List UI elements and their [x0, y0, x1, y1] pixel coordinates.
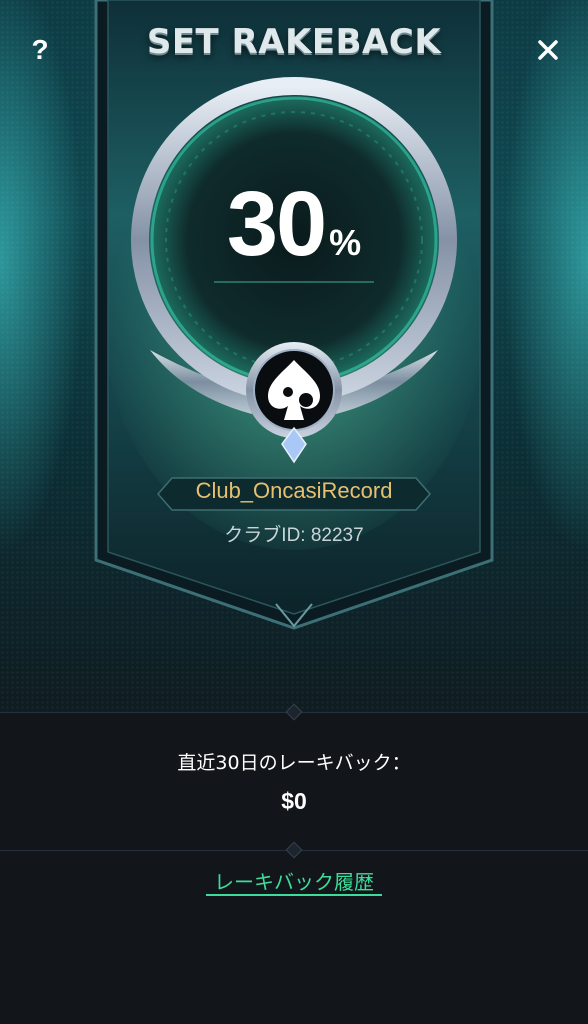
rakeback-history-label: レーキバック履歴	[214, 870, 374, 894]
percent-sign: %	[329, 222, 362, 263]
close-button[interactable]	[526, 28, 570, 72]
rakeback-value: 30	[226, 173, 327, 275]
help-button[interactable]: ?	[18, 28, 62, 72]
club-name: Club_OncasiRecord	[195, 478, 393, 503]
rakeback-history-link[interactable]: レーキバック履歴	[194, 866, 394, 898]
divider-ornament	[285, 841, 303, 859]
rakeback-screen: ? SET RAKEBACK 30% Club_OncasiRecord クラブ…	[0, 0, 588, 1024]
question-mark-icon: ?	[31, 34, 49, 65]
close-icon	[538, 40, 558, 60]
club-id: クラブID: 82237	[224, 525, 364, 546]
rakeback-percentage: 30%	[180, 172, 408, 277]
link-underline	[206, 894, 382, 896]
page-title: SET RAKEBACK	[146, 22, 442, 62]
recent-rakeback-label: 直近30日のレーキバック：	[177, 752, 411, 774]
recent-rakeback-value: $0	[281, 788, 307, 814]
